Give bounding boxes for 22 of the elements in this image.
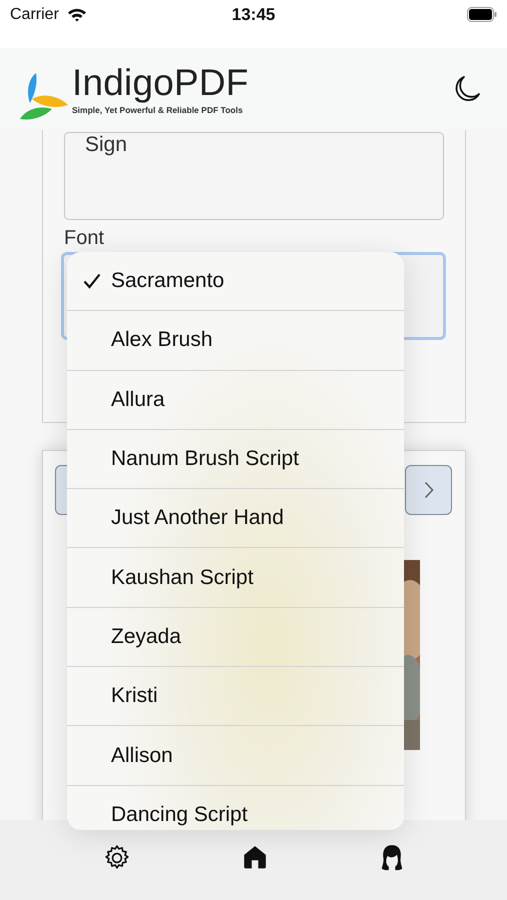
next-button[interactable] xyxy=(405,465,452,515)
leaf-logo-icon xyxy=(18,70,70,120)
battery-icon xyxy=(467,7,497,22)
dark-mode-button[interactable] xyxy=(453,74,481,102)
font-option[interactable]: Kaushan Script xyxy=(67,548,404,608)
font-label: Font xyxy=(64,226,106,250)
checkmark-icon xyxy=(83,273,101,289)
carrier-name: Carrier xyxy=(10,5,59,25)
font-option[interactable]: Allura xyxy=(67,370,404,430)
font-option[interactable]: Zeyada xyxy=(67,608,404,668)
font-option[interactable]: Kristi xyxy=(67,667,404,726)
font-option[interactable]: Nanum Brush Script xyxy=(67,430,404,490)
wifi-icon xyxy=(66,7,87,22)
font-option[interactable]: Just Another Hand xyxy=(67,489,404,548)
status-time: 13:45 xyxy=(230,5,276,25)
brand-name: IndigoPDF xyxy=(72,62,249,104)
chevron-right-icon xyxy=(424,481,434,499)
font-option[interactable]: Sacramento xyxy=(67,252,404,312)
sign-field[interactable]: Sign xyxy=(64,132,444,220)
font-option[interactable]: Alex Brush xyxy=(67,311,404,371)
font-option[interactable]: Allison xyxy=(67,726,404,786)
brand-tagline: Simple, Yet Powerful & Reliable PDF Tools xyxy=(72,105,244,115)
